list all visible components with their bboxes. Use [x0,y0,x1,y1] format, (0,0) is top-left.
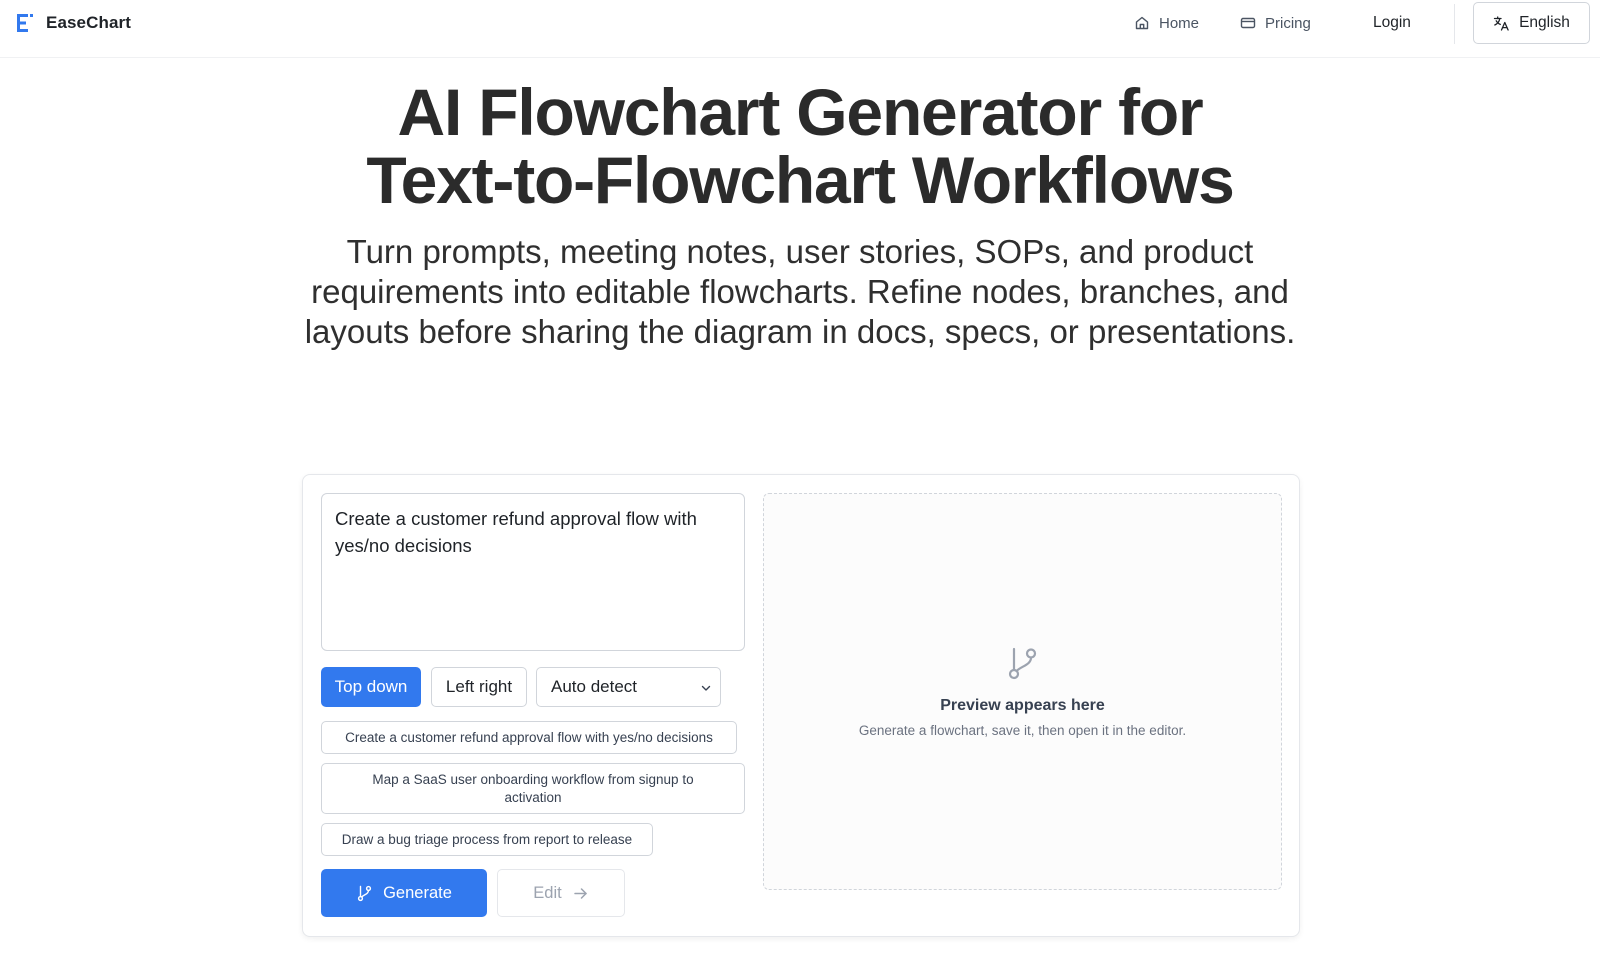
edit-label: Edit [533,883,562,902]
nav-home-label: Home [1159,14,1200,32]
hero-title-line-1: AI Flowchart Generator for [397,75,1204,149]
hero-title: AI Flowchart Generator for Text-to-Flowc… [200,78,1400,214]
nav-divider [1454,4,1455,44]
easechart-logo-icon [17,14,33,32]
hero-subtitle: Turn prompts, meeting notes, user storie… [304,233,1296,350]
example-prompt-chip[interactable]: Draw a bug triage process from report to… [321,823,653,856]
top-down-button[interactable]: Top down [321,667,421,707]
brand-name: EaseChart [46,13,131,32]
generator-card: Create a customer refund approval flow w… [302,474,1300,937]
nav-pricing-label: Pricing [1265,14,1311,32]
example-prompt-chip[interactable]: Map a SaaS user onboarding workflow from… [321,763,745,814]
generate-button[interactable]: Generate [321,869,487,917]
language-label: English [1519,14,1570,31]
left-right-button[interactable]: Left right [431,667,527,707]
diagram-type-value: Auto detect [551,677,638,696]
arrow-right-icon [573,887,587,899]
prompt-input[interactable]: Create a customer refund approval flow w… [321,493,745,651]
example-prompt-chip[interactable]: Create a customer refund approval flow w… [321,721,737,754]
nav-pricing-link[interactable]: Pricing [1240,12,1311,34]
nav-home-link[interactable]: Home [1134,12,1199,34]
brand[interactable]: EaseChart [16,12,131,34]
preview-description: Generate a flowchart, save it, then open… [858,723,1187,738]
preview-title: Preview appears here [940,697,1105,714]
translate-icon [1493,15,1509,31]
preview-area: Preview appears here Generate a flowchar… [763,493,1282,890]
chevron-down-icon [701,685,711,691]
nav-login-link[interactable]: Login [1373,12,1411,34]
home-icon [1135,16,1149,30]
language-button[interactable]: English [1473,2,1590,44]
hero-title-line-2: Text-to-Flowchart Workflows [366,143,1234,217]
diagram-type-select[interactable]: Auto detect [536,667,721,707]
generate-label: Generate [383,883,452,902]
edit-button[interactable]: Edit [497,869,625,917]
git-branch-icon [1008,647,1037,680]
top-header: EaseChart Home Pricing Login English [0,0,1600,58]
card-icon [1240,17,1256,29]
git-branch-icon [357,885,372,901]
